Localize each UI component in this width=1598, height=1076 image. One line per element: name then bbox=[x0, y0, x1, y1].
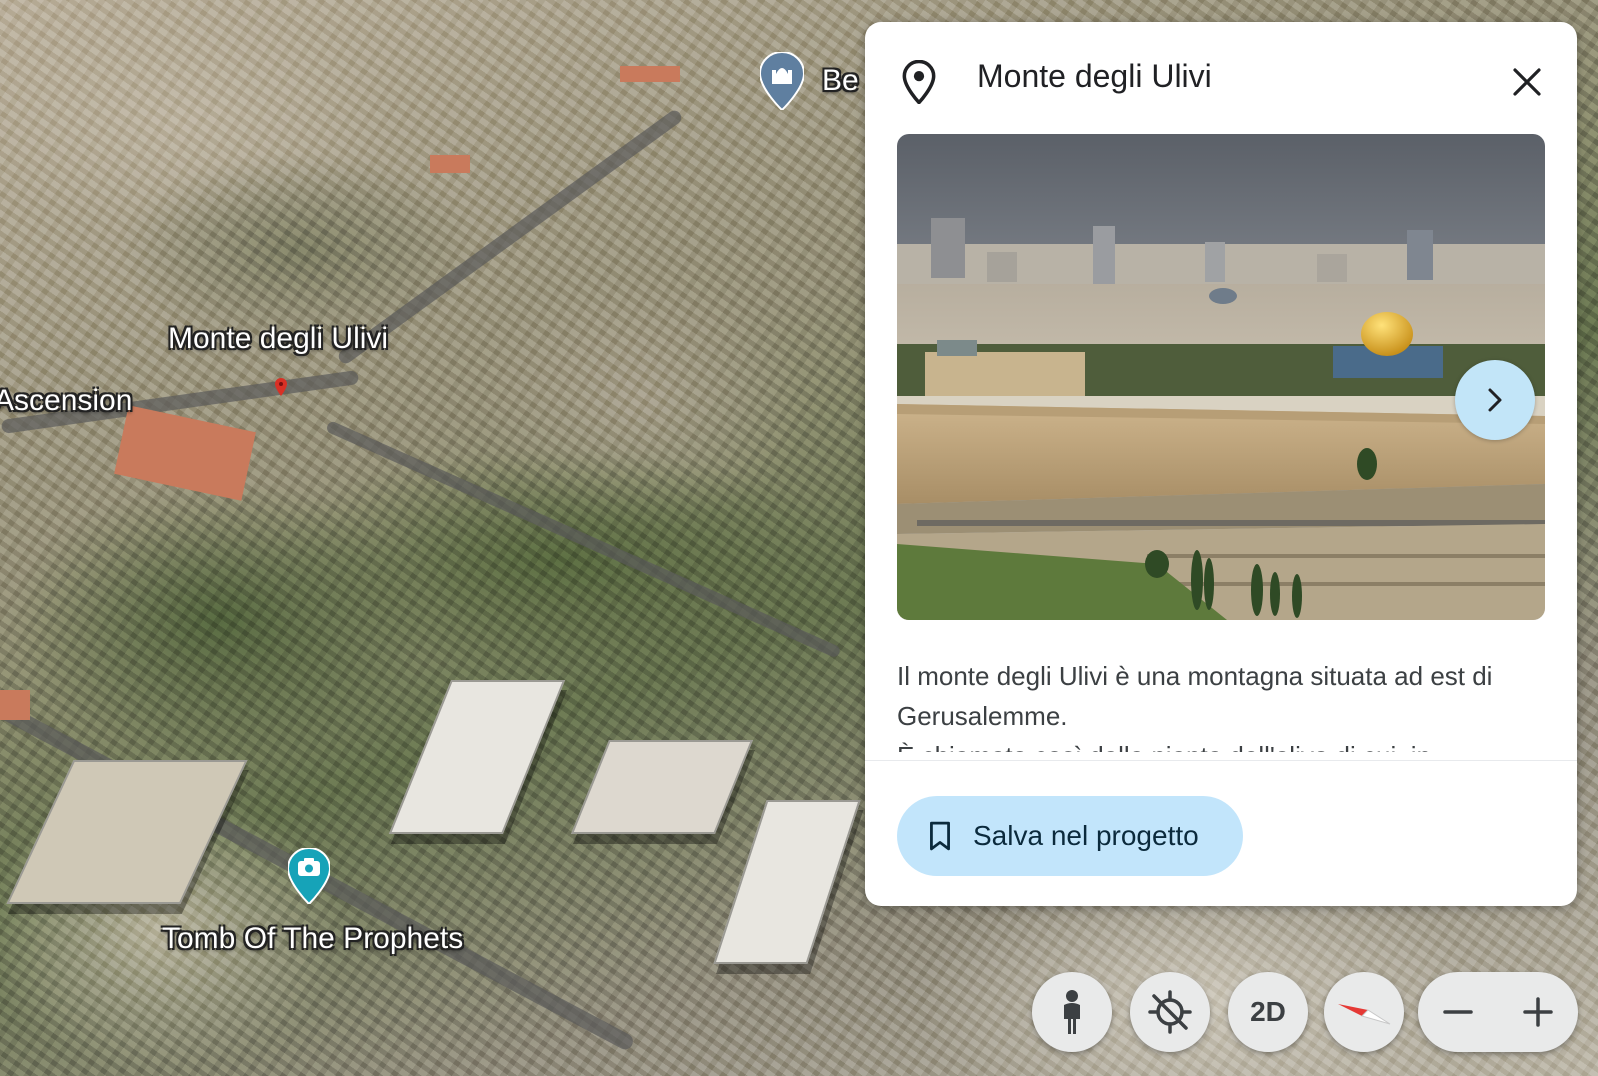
save-button-label: Salva nel progetto bbox=[973, 820, 1199, 851]
view-mode-2d-button[interactable]: 2D bbox=[1228, 972, 1308, 1052]
compass-button[interactable] bbox=[1324, 972, 1404, 1052]
save-to-project-button[interactable]: Salva nel progetto bbox=[897, 796, 1243, 876]
map-roof bbox=[620, 66, 680, 82]
bookmark-icon bbox=[930, 821, 950, 851]
description-paragraph: È chiamato così dalla pianta dell'olivo … bbox=[897, 736, 1537, 752]
plus-icon bbox=[1523, 997, 1553, 1027]
view-mode-label: 2D bbox=[1250, 996, 1286, 1027]
map-label-tomb[interactable]: Tomb Of The Prophets bbox=[162, 922, 463, 956]
chevron-right-icon bbox=[1488, 388, 1502, 412]
next-photo-button[interactable] bbox=[1455, 360, 1535, 440]
place-photo[interactable] bbox=[897, 134, 1545, 620]
photo-marker-icon[interactable] bbox=[288, 848, 330, 904]
map-label-ascension[interactable]: Ascension bbox=[0, 384, 132, 418]
description-paragraph: Il monte degli Ulivi è una montagna situ… bbox=[897, 661, 1493, 731]
location-disabled-icon bbox=[1148, 990, 1192, 1034]
pegman-icon bbox=[1064, 990, 1080, 1034]
close-icon bbox=[1513, 68, 1541, 96]
panel-header: Monte degli Ulivi bbox=[865, 22, 1577, 134]
pegman-button[interactable] bbox=[1032, 972, 1112, 1052]
landmark-marker-icon[interactable] bbox=[760, 52, 804, 110]
zoom-controls bbox=[1418, 972, 1578, 1052]
panel-title: Monte degli Ulivi bbox=[977, 58, 1212, 94]
close-button[interactable] bbox=[1503, 58, 1551, 106]
location-pin-icon bbox=[902, 60, 936, 104]
panel-divider bbox=[865, 760, 1577, 761]
my-location-button[interactable] bbox=[1130, 972, 1210, 1052]
map-label-mount[interactable]: Monte degli Ulivi bbox=[168, 322, 388, 356]
compass-icon bbox=[1338, 1004, 1391, 1025]
jerusalem-panorama-image bbox=[897, 134, 1545, 620]
minus-icon bbox=[1443, 1010, 1473, 1014]
map-label-partial[interactable]: Be bbox=[822, 64, 859, 98]
place-info-panel: Monte degli Ulivi Il monte degli Ulivi è… bbox=[865, 22, 1577, 906]
map-roof bbox=[0, 690, 30, 720]
place-marker-icon[interactable] bbox=[275, 378, 287, 396]
place-description: Il monte degli Ulivi è una montagna situ… bbox=[897, 656, 1537, 752]
map-roof bbox=[430, 155, 470, 173]
zoom-in-button[interactable] bbox=[1498, 972, 1578, 1052]
zoom-out-button[interactable] bbox=[1418, 972, 1498, 1052]
